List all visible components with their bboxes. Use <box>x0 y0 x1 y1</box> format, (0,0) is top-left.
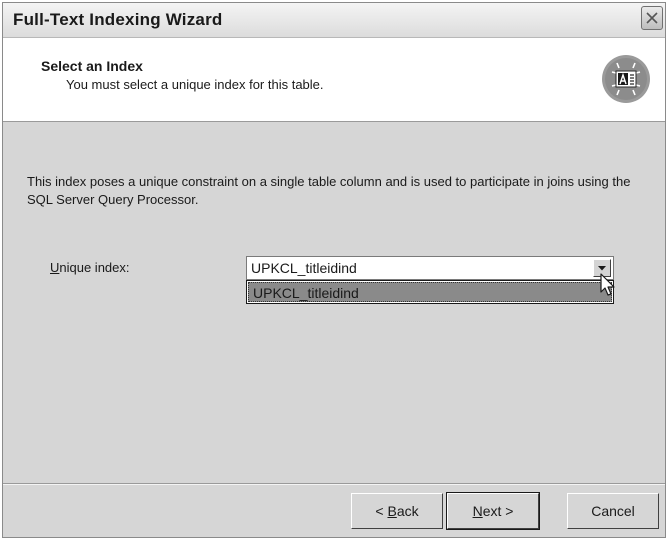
unique-index-label-rest: nique index: <box>59 260 130 275</box>
mouse-pointer-icon <box>600 273 615 296</box>
footer-separator <box>3 483 665 485</box>
close-icon <box>646 12 658 24</box>
back-prefix: < <box>375 503 388 519</box>
back-rest: ack <box>396 503 419 519</box>
back-button[interactable]: < Back <box>351 493 443 529</box>
window-title: Full-Text Indexing Wizard <box>13 10 223 29</box>
next-accelerator: N <box>472 503 483 519</box>
wizard-window: Full-Text Indexing Wizard Select an Inde… <box>2 2 666 538</box>
header-panel: Select an Index You must select a unique… <box>3 38 665 122</box>
next-rest: ext > <box>482 503 514 519</box>
close-button[interactable] <box>641 6 663 30</box>
dropdown-option-selected[interactable]: UPKCL_titleidind <box>248 282 612 302</box>
unique-index-accelerator: U <box>50 260 60 275</box>
combobox-value: UPKCL_titleidind <box>251 260 357 276</box>
dropdown-list: UPKCL_titleidind <box>246 280 614 304</box>
unique-index-combobox[interactable]: UPKCL_titleidind <box>246 256 614 280</box>
description-text: This index poses a unique constraint on … <box>27 174 631 207</box>
step-title: Select an Index <box>41 58 143 74</box>
chevron-down-icon <box>598 266 606 271</box>
title-bar[interactable]: Full-Text Indexing Wizard <box>3 3 665 38</box>
next-button[interactable]: Next > <box>446 492 540 530</box>
step-subtitle: You must select a unique index for this … <box>66 77 324 92</box>
wizard-badge-icon <box>602 55 650 103</box>
unique-index-label: Unique index: <box>50 260 130 275</box>
back-accelerator: B <box>387 503 397 519</box>
cancel-button[interactable]: Cancel <box>567 493 659 529</box>
